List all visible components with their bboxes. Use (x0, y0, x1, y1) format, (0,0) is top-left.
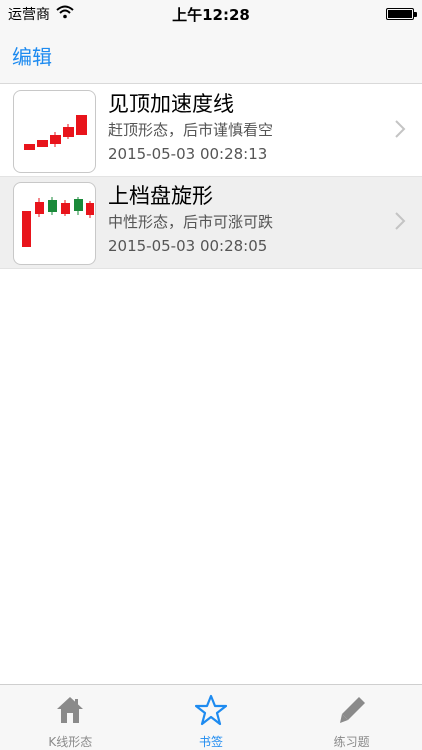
item-texts: 见顶加速度线 赶顶形态，后市谨慎看空 2015-05-03 00:28:13 (108, 89, 388, 167)
tab-label: K线形态 (48, 735, 93, 749)
house-icon (53, 693, 87, 727)
app-screen: 运营商 上午12:28 编辑 见顶加速度线 赶顶形态，后市谨慎看空 2015-0… (0, 0, 422, 750)
item-date: 2015-05-03 00:28:05 (108, 237, 268, 255)
tab-bookmarks[interactable]: 书签 (141, 685, 282, 750)
carrier-label: 运营商 (8, 7, 50, 23)
tab-exercises[interactable]: 练习题 (281, 685, 422, 750)
tab-bar: K线形态 书签 练习题 (0, 684, 422, 750)
status-left: 运营商 (8, 4, 74, 24)
consolidation-candles-icon (22, 197, 94, 247)
pattern-thumbnail (13, 182, 96, 265)
item-subtitle: 中性形态，后市可涨可跌 (108, 213, 274, 231)
chevron-right-icon (395, 212, 406, 230)
pencil-icon (335, 693, 369, 727)
battery-icon (386, 8, 417, 20)
item-title: 上档盘旋形 (108, 184, 213, 208)
chevron-right-icon (395, 120, 406, 138)
tab-label: 练习题 (333, 735, 370, 749)
wifi-icon (56, 5, 74, 23)
item-date: 2015-05-03 00:28:13 (108, 145, 268, 163)
battery-level (388, 10, 412, 18)
edit-button[interactable]: 编辑 (12, 41, 52, 70)
rising-candles-icon (24, 115, 87, 150)
pattern-thumbnail (13, 90, 96, 173)
item-subtitle: 赶顶形态，后市谨慎看空 (108, 121, 274, 139)
list-item[interactable]: 上档盘旋形 中性形态，后市可涨可跌 2015-05-03 00:28:05 (0, 177, 422, 269)
navigation-bar: 编辑 (0, 28, 422, 84)
bookmark-list: 见顶加速度线 赶顶形态，后市谨慎看空 2015-05-03 00:28:13 上… (0, 85, 422, 269)
status-bar: 运营商 上午12:28 (0, 0, 422, 28)
item-texts: 上档盘旋形 中性形态，后市可涨可跌 2015-05-03 00:28:05 (108, 181, 388, 259)
star-icon (194, 693, 228, 727)
tab-label: 书签 (199, 735, 224, 749)
item-title: 见顶加速度线 (108, 92, 234, 116)
tab-k-line-patterns[interactable]: K线形态 (0, 685, 141, 750)
list-item[interactable]: 见顶加速度线 赶顶形态，后市谨慎看空 2015-05-03 00:28:13 (0, 85, 422, 177)
